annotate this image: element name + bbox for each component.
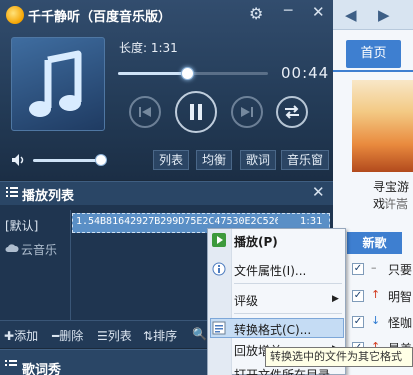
- forward-arrow-icon[interactable]: ▶: [378, 6, 390, 24]
- equalizer-button[interactable]: 均衡: [196, 150, 233, 170]
- song-checkbox[interactable]: ✓: [352, 263, 364, 275]
- sort-button[interactable]: ⇅排序: [143, 327, 177, 344]
- gear-icon[interactable]: ⚙: [249, 4, 263, 23]
- list-button[interactable]: 列表: [153, 150, 190, 170]
- menu-icon-gutter: [208, 229, 232, 375]
- playlist-group-default[interactable]: [默认]: [5, 217, 38, 234]
- song-checkbox[interactable]: ✓: [352, 316, 364, 328]
- rank-change-mark: –: [371, 261, 377, 274]
- track-length-label: 长度: 1:31: [119, 41, 178, 55]
- song-name[interactable]: 只要: [388, 261, 412, 278]
- list-icon: ☰: [97, 329, 108, 343]
- delete-label: 删除: [59, 329, 84, 343]
- tab-new-songs[interactable]: 新歌: [347, 232, 402, 254]
- menu-item-play[interactable]: 播放(P): [234, 233, 278, 250]
- pause-button[interactable]: [175, 91, 217, 133]
- menu-item-rating[interactable]: 评级: [234, 292, 258, 309]
- lyrics-button[interactable]: 歌词: [240, 150, 277, 170]
- playlist-close-icon[interactable]: ✕: [312, 183, 325, 201]
- list-divider: [70, 210, 71, 320]
- convert-icon: [212, 321, 226, 335]
- add-button[interactable]: ✚添加: [4, 327, 38, 344]
- volume-slider[interactable]: [33, 159, 105, 162]
- sort-icon: ⇅: [143, 329, 154, 343]
- pause-icon: [190, 104, 202, 120]
- seek-thumb[interactable]: [181, 67, 194, 80]
- info-icon: [212, 262, 226, 276]
- menu-item-convert[interactable]: 转换格式(C)...: [234, 321, 311, 338]
- tooltip: 转换选中的文件为其它格式: [265, 347, 413, 367]
- tab-underline: [333, 70, 413, 72]
- music-window-button[interactable]: 音乐窗: [281, 150, 330, 170]
- minimize-button[interactable]: ─: [284, 3, 292, 19]
- next-button[interactable]: [231, 96, 263, 128]
- previous-button[interactable]: [129, 96, 161, 128]
- menu-item-properties[interactable]: 文件属性(I)...: [234, 262, 306, 279]
- song-name[interactable]: 怪咖: [388, 314, 412, 331]
- menu-separator: [234, 313, 342, 314]
- repeat-icon: [285, 105, 299, 119]
- song-checkbox[interactable]: ✓: [352, 290, 364, 302]
- play-icon: [212, 233, 226, 247]
- volume-icon[interactable]: [11, 153, 27, 167]
- playlist-group-cloud[interactable]: 云音乐: [21, 241, 57, 258]
- track-index: 1.: [76, 216, 89, 227]
- album-art-music-note-icon: [11, 37, 105, 131]
- current-time: 00:44: [281, 64, 330, 82]
- plus-icon: ✚: [4, 329, 15, 343]
- rank-change-mark: ↓: [371, 314, 381, 327]
- app-logo-icon: [6, 6, 24, 24]
- add-label: 添加: [14, 329, 39, 343]
- app-title: 千千静听（百度音乐版）: [28, 10, 172, 25]
- seek-bar-fill: [118, 72, 187, 75]
- song-name[interactable]: 明智: [388, 288, 412, 305]
- next-icon: [241, 107, 253, 117]
- promo-artist[interactable]: 许嵩: [384, 195, 408, 212]
- playlist-title: 播放列表: [22, 189, 75, 204]
- search-icon: 🔍: [192, 327, 207, 341]
- lyrics-list-icon: [5, 360, 17, 371]
- play-mode-button[interactable]: [276, 96, 308, 128]
- delete-button[interactable]: ━删除: [52, 327, 83, 344]
- previous-icon: [139, 107, 151, 117]
- list-icon: [6, 187, 18, 198]
- lyrics-title: 歌词秀: [22, 363, 62, 375]
- promo-image[interactable]: [352, 80, 413, 172]
- rank-change-mark: ↑: [371, 288, 381, 301]
- track-name: 54B81642927B299D75E2C47530E2C526: [88, 216, 278, 227]
- cloud-icon: [5, 243, 19, 253]
- find-button[interactable]: 🔍: [192, 327, 207, 341]
- tab-home[interactable]: 首页: [346, 40, 401, 68]
- menu-item-open-folder[interactable]: 打开文件所在目录: [234, 366, 330, 375]
- track-duration: 1:31: [300, 216, 323, 227]
- close-icon[interactable]: ✕: [312, 3, 325, 21]
- sort-label: 排序: [153, 329, 178, 343]
- menu-separator: [234, 283, 342, 284]
- list-menu-button[interactable]: ☰列表: [97, 327, 132, 344]
- list-label: 列表: [107, 329, 132, 343]
- back-arrow-icon[interactable]: ◀: [345, 6, 357, 24]
- submenu-arrow-icon: ▶: [332, 294, 339, 304]
